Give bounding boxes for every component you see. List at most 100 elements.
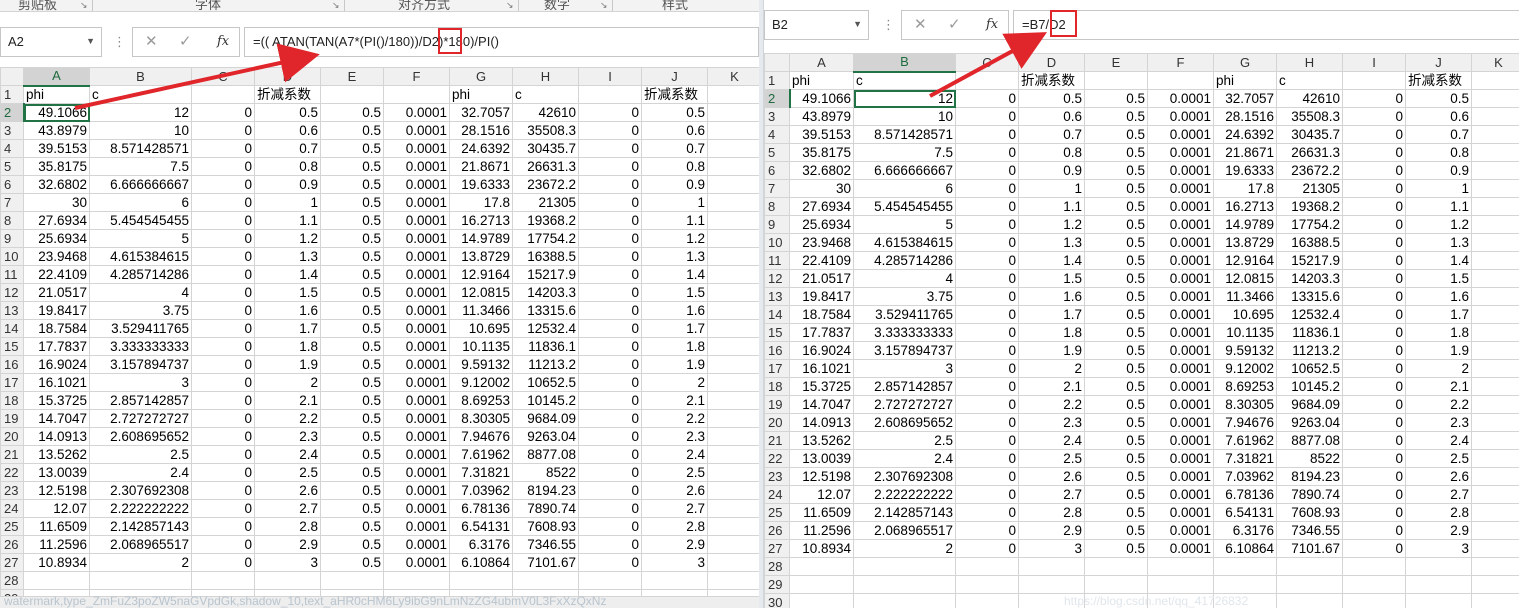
cell-i8[interactable]: 0 [1342, 197, 1406, 216]
cell-e22[interactable]: 0.5 [320, 463, 384, 482]
column-header-b[interactable]: B [853, 53, 956, 73]
cell-a25[interactable]: 11.6509 [789, 503, 854, 522]
row-header[interactable]: 15 [764, 323, 790, 342]
cell-i26[interactable]: 0 [1342, 521, 1406, 540]
cell-e12[interactable]: 0.5 [1084, 269, 1148, 288]
row-header[interactable]: 21 [0, 445, 24, 464]
cell-a2[interactable]: 49.1066 [789, 89, 854, 108]
cell-k12[interactable] [1471, 269, 1519, 288]
cell-j16[interactable]: 1.9 [1405, 341, 1472, 360]
cell-f28[interactable] [383, 571, 450, 590]
cell-d5[interactable]: 0.8 [254, 157, 321, 176]
cell-h11[interactable]: 15217.9 [512, 265, 579, 284]
cell-f5[interactable]: 0.0001 [383, 157, 450, 176]
cell-c27[interactable]: 0 [191, 553, 255, 572]
cell-i15[interactable]: 0 [1342, 323, 1406, 342]
cell-c1[interactable] [191, 85, 255, 104]
cell-e5[interactable]: 0.5 [320, 157, 384, 176]
cell-g20[interactable]: 7.94676 [449, 427, 513, 446]
cell-h5[interactable]: 26631.3 [1276, 143, 1343, 162]
cell-f25[interactable]: 0.0001 [1147, 503, 1214, 522]
cell-c24[interactable]: 0 [191, 499, 255, 518]
cell-h4[interactable]: 30435.7 [1276, 125, 1343, 144]
cell-a16[interactable]: 16.9024 [789, 341, 854, 360]
cell-j2[interactable]: 0.5 [641, 103, 708, 122]
cell-e17[interactable]: 0.5 [320, 373, 384, 392]
cell-i28[interactable] [578, 571, 642, 590]
cell-a26[interactable]: 11.2596 [23, 535, 90, 554]
cell-j26[interactable]: 2.9 [1405, 521, 1472, 540]
name-box[interactable]: A2 ▼ [0, 27, 102, 57]
cell-g13[interactable]: 11.3466 [449, 301, 513, 320]
cell-k4[interactable] [707, 139, 759, 158]
cell-b10[interactable]: 4.615384615 [853, 233, 956, 252]
cell-h9[interactable]: 17754.2 [1276, 215, 1343, 234]
cell-a28[interactable] [789, 557, 854, 576]
cell-k13[interactable] [707, 301, 759, 320]
cell-c22[interactable]: 0 [191, 463, 255, 482]
cell-d24[interactable]: 2.7 [1018, 485, 1085, 504]
cell-g24[interactable]: 6.78136 [449, 499, 513, 518]
cell-i5[interactable]: 0 [1342, 143, 1406, 162]
cell-f24[interactable]: 0.0001 [1147, 485, 1214, 504]
cell-g11[interactable]: 12.9164 [1213, 251, 1277, 270]
cell-f13[interactable]: 0.0001 [383, 301, 450, 320]
cell-d4[interactable]: 0.7 [254, 139, 321, 158]
cell-f1[interactable] [383, 85, 450, 104]
row-header[interactable]: 28 [764, 557, 790, 576]
cell-e5[interactable]: 0.5 [1084, 143, 1148, 162]
cell-h6[interactable]: 23672.2 [1276, 161, 1343, 180]
cell-b24[interactable]: 2.222222222 [853, 485, 956, 504]
cell-d25[interactable]: 2.8 [1018, 503, 1085, 522]
cell-e28[interactable] [1084, 557, 1148, 576]
row-header[interactable]: 15 [0, 337, 24, 356]
cell-f16[interactable]: 0.0001 [1147, 341, 1214, 360]
cell-i4[interactable]: 0 [578, 139, 642, 158]
cell-b30[interactable] [853, 593, 956, 608]
cell-g12[interactable]: 12.0815 [449, 283, 513, 302]
cell-b26[interactable]: 2.068965517 [89, 535, 192, 554]
cell-i25[interactable]: 0 [1342, 503, 1406, 522]
cell-k24[interactable] [1471, 485, 1519, 504]
cell-g5[interactable]: 21.8671 [449, 157, 513, 176]
column-header-i[interactable]: I [578, 67, 642, 86]
cell-j30[interactable] [1405, 593, 1472, 608]
cell-f21[interactable]: 0.0001 [383, 445, 450, 464]
cell-d9[interactable]: 1.2 [254, 229, 321, 248]
column-header-h[interactable]: H [1276, 53, 1343, 72]
row-header[interactable]: 27 [0, 553, 24, 572]
cell-k24[interactable] [707, 499, 759, 518]
cell-c2[interactable]: 0 [191, 103, 255, 122]
column-header-c[interactable]: C [191, 67, 255, 86]
cell-h21[interactable]: 8877.08 [1276, 431, 1343, 450]
cell-j7[interactable]: 1 [641, 193, 708, 212]
cell-b2[interactable]: 12 [89, 103, 192, 122]
cell-h11[interactable]: 15217.9 [1276, 251, 1343, 270]
cell-k23[interactable] [707, 481, 759, 500]
cell-f24[interactable]: 0.0001 [383, 499, 450, 518]
cell-h7[interactable]: 21305 [1276, 179, 1343, 198]
cell-k27[interactable] [1471, 539, 1519, 558]
cell-d10[interactable]: 1.3 [1018, 233, 1085, 252]
cell-c21[interactable]: 0 [955, 431, 1019, 450]
row-header[interactable]: 6 [764, 161, 790, 180]
cell-e10[interactable]: 0.5 [1084, 233, 1148, 252]
cell-a15[interactable]: 17.7837 [23, 337, 90, 356]
cell-h8[interactable]: 19368.2 [1276, 197, 1343, 216]
cell-a11[interactable]: 22.4109 [789, 251, 854, 270]
cell-i14[interactable]: 0 [1342, 305, 1406, 324]
cell-e25[interactable]: 0.5 [1084, 503, 1148, 522]
cell-h15[interactable]: 11836.1 [1276, 323, 1343, 342]
cell-e24[interactable]: 0.5 [1084, 485, 1148, 504]
cell-i17[interactable]: 0 [578, 373, 642, 392]
cell-g15[interactable]: 10.1135 [1213, 323, 1277, 342]
cell-b27[interactable]: 2 [89, 553, 192, 572]
cell-c7[interactable]: 0 [955, 179, 1019, 198]
cell-d13[interactable]: 1.6 [1018, 287, 1085, 306]
cell-c4[interactable]: 0 [955, 125, 1019, 144]
cell-k27[interactable] [707, 553, 759, 572]
cell-d13[interactable]: 1.6 [254, 301, 321, 320]
cell-h1[interactable]: c [512, 85, 579, 104]
row-header[interactable]: 27 [764, 539, 790, 558]
cell-g17[interactable]: 9.12002 [449, 373, 513, 392]
